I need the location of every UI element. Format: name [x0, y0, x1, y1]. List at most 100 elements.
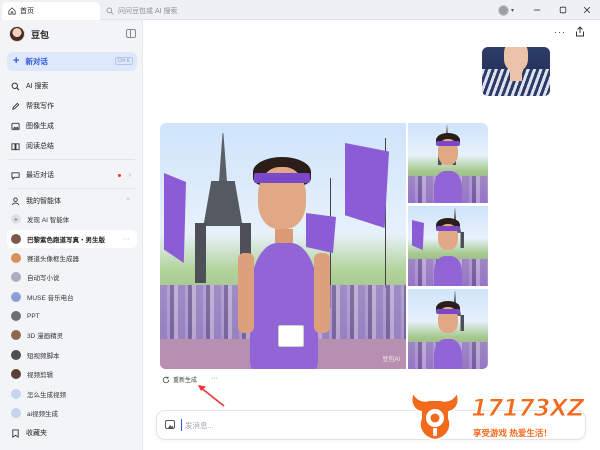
agent-label: 发现 AI 智能体 — [27, 217, 70, 224]
agent-label: ai视频生成 — [27, 411, 59, 418]
agent-item[interactable]: MUSE 音乐电台 — [7, 288, 137, 306]
image-upload-icon[interactable] — [165, 420, 175, 429]
search-icon — [11, 82, 20, 90]
sidebar-collapse-icon[interactable] — [126, 29, 136, 38]
generated-image-variant[interactable] — [408, 123, 488, 203]
new-chat-label: 新对话 — [25, 57, 48, 66]
account-menu[interactable]: ▾ — [498, 3, 520, 17]
site-logo-number: 17173XZ — [470, 394, 584, 423]
uploaded-reference-photo[interactable] — [482, 47, 550, 96]
generated-image-variant[interactable] — [408, 206, 488, 286]
sidebar-item-reading[interactable]: 阅读总结 — [7, 137, 137, 155]
share-icon[interactable] — [575, 26, 585, 37]
agent-item[interactable]: 短视频脚本 — [7, 346, 137, 364]
more-icon[interactable]: ··· — [123, 236, 130, 243]
more-icon[interactable]: ··· — [211, 375, 218, 382]
agents-icon — [11, 196, 20, 205]
agent-item-discover[interactable]: + 发现 AI 智能体 — [7, 210, 137, 228]
doubao-logo-icon — [9, 26, 25, 42]
close-button[interactable] — [580, 3, 594, 17]
avatar — [11, 330, 21, 340]
chevron-right-icon: › — [128, 171, 131, 179]
agent-item[interactable]: 怎么生成视频 — [7, 385, 137, 403]
home-icon — [8, 7, 16, 15]
sidebar-item-writing[interactable]: 帮我写作 — [7, 97, 137, 115]
agent-item-paris-runner[interactable]: 巴黎紫色跑道写真・男生版 ··· — [7, 230, 137, 248]
plus-icon: + — [11, 214, 21, 224]
generated-image-variant[interactable] — [408, 289, 488, 369]
minimize-button[interactable] — [530, 3, 544, 17]
agent-label: MUSE 音乐电台 — [27, 295, 74, 302]
plus-icon: + — [13, 55, 20, 67]
sidebar-item-label: 帮我写作 — [26, 103, 54, 110]
tab-label: 首页 — [20, 8, 34, 15]
agent-label: PPT — [27, 312, 40, 320]
avatar — [11, 292, 21, 302]
sidebar-item-recent[interactable]: 最近对话 › — [7, 166, 137, 184]
agent-label: 短视频脚本 — [27, 353, 60, 360]
new-chat-button[interactable]: + 新对话 Ctrl K — [7, 52, 137, 71]
brand-name: 豆包 — [31, 29, 50, 40]
maximize-icon — [559, 6, 567, 14]
sidebar-item-image-gen[interactable]: 图像生成 — [7, 117, 137, 135]
sidebar-item-my-agents[interactable]: 我的智能体 ⌃ — [7, 192, 137, 210]
address-bar[interactable]: 问问豆包或 AI 搜索 — [106, 4, 306, 17]
agent-label: 3D 漫画精灵 — [27, 333, 64, 340]
refresh-icon — [162, 376, 170, 383]
regenerate-label: 重新生成 — [173, 378, 198, 384]
sidebar: 豆包 + 新对话 Ctrl K AI 搜索 帮我写作 图像生成 阅读总结 最近对… — [0, 20, 143, 450]
chevron-down-icon: ▾ — [511, 7, 515, 14]
sidebar-item-label: 最近对话 — [26, 172, 54, 179]
mascot-logo-icon — [410, 389, 460, 442]
chevron-up-icon: ⌃ — [125, 198, 131, 205]
divider — [9, 159, 135, 160]
annotation-arrow — [198, 385, 225, 407]
site-logo-watermark: 17173XZ 享受游戏 热爱生活！ — [407, 386, 597, 446]
agent-label: 自动写小说 — [27, 275, 60, 282]
maximize-button[interactable] — [556, 3, 570, 17]
brand[interactable]: 豆包 — [9, 26, 49, 42]
sidebar-item-label: AI 搜索 — [26, 83, 49, 90]
site-logo-slogan: 享受游戏 热爱生活！ — [473, 428, 552, 438]
avatar — [11, 253, 21, 263]
unread-dot — [118, 174, 121, 177]
agent-item[interactable]: 视频剪辑 — [7, 365, 137, 383]
tab-home[interactable]: 首页 — [2, 2, 100, 20]
agent-item[interactable]: PPT — [7, 307, 137, 325]
agent-label: 视频剪辑 — [27, 372, 53, 379]
regenerate-button[interactable]: 重新生成 — [162, 375, 197, 384]
avatar — [11, 389, 21, 399]
agent-item[interactable]: ai视频生成 — [7, 404, 137, 422]
generated-image-main[interactable]: 豆包AI — [160, 123, 406, 369]
more-icon[interactable]: ··· — [554, 27, 566, 37]
image-icon — [11, 122, 20, 130]
sidebar-item-label: 收藏夹 — [26, 430, 47, 437]
bookmark-icon — [12, 428, 19, 438]
input-placeholder: 发消息... — [185, 421, 214, 430]
avatar — [11, 408, 21, 418]
chat-icon — [11, 171, 20, 180]
search-icon — [106, 7, 114, 14]
sidebar-item-label: 阅读总结 — [26, 143, 54, 150]
image-watermark: 豆包AI — [382, 357, 400, 363]
pen-icon — [12, 102, 20, 110]
sidebar-item-ai-search[interactable]: AI 搜索 — [7, 77, 137, 95]
minimize-icon — [533, 9, 541, 11]
agent-item[interactable]: 自动写小说 — [7, 268, 137, 286]
avatar — [11, 350, 21, 360]
agent-label: 赛道头像框生成器 — [27, 256, 79, 263]
runner — [230, 157, 340, 369]
shortcut-badge: Ctrl K — [114, 57, 133, 65]
avatar — [11, 272, 21, 282]
sidebar-item-label: 我的智能体 — [26, 198, 61, 205]
sidebar-item-favorites[interactable]: 收藏夹 — [7, 424, 137, 442]
agent-label: 怎么生成视频 — [27, 392, 66, 399]
agent-item[interactable]: 赛道头像框生成器 — [7, 249, 137, 267]
sidebar-item-label: 图像生成 — [26, 123, 54, 130]
avatar — [498, 4, 509, 16]
agent-label: 巴黎紫色跑道写真・男生版 — [27, 237, 105, 244]
agent-item[interactable]: 3D 漫画精灵 — [7, 326, 137, 344]
book-icon — [11, 142, 20, 150]
divider — [9, 188, 135, 189]
title-bar: 首页 问问豆包或 AI 搜索 ▾ — [0, 0, 600, 20]
